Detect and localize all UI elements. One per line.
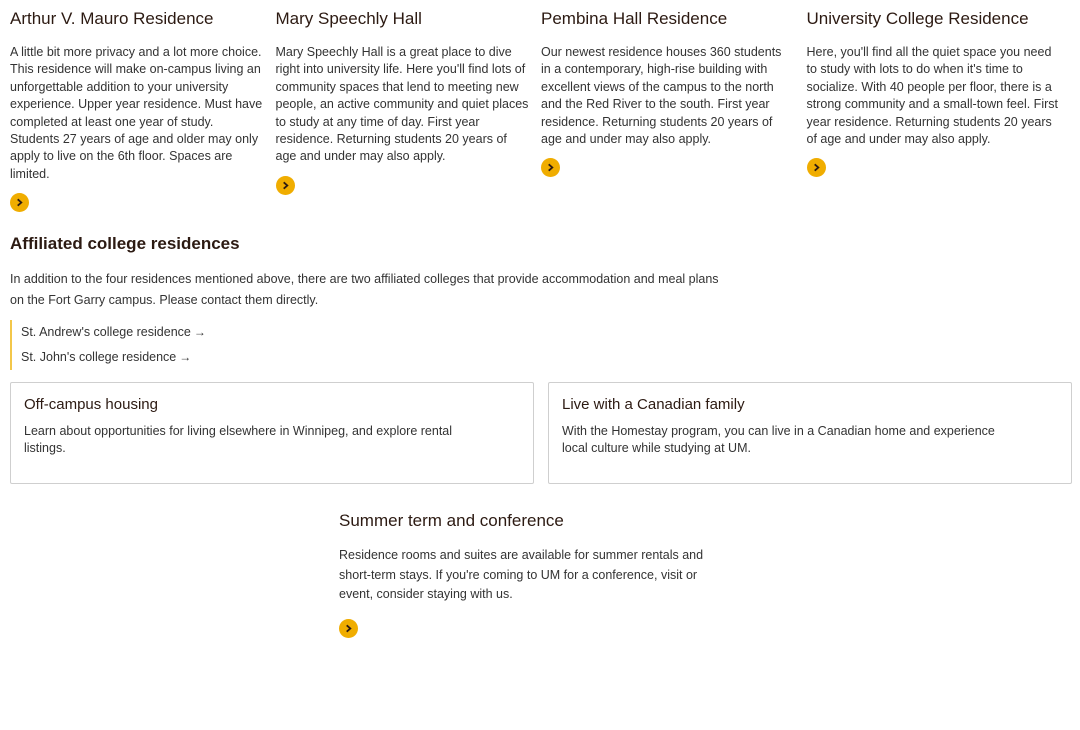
link-label: St. John's college residence [21, 350, 177, 364]
residence-title: Pembina Hall Residence [541, 9, 728, 28]
residence-description: Here, you'll find all the quiet space yo… [806, 45, 1058, 147]
residence-card: Pembina Hall Residence Our newest reside… [541, 8, 807, 212]
residence-title: Mary Speechly Hall [275, 9, 422, 28]
arrow-right-icon: → [179, 350, 192, 364]
affiliated-description: In addition to the four residences menti… [10, 272, 719, 307]
residence-more-button[interactable] [10, 193, 29, 213]
residence-card: University College Residence Here, you'l… [806, 8, 1073, 212]
chevron-right-icon [346, 624, 352, 632]
residence-title: University College Residence [806, 9, 1029, 28]
residence-list: Arthur V. Mauro Residence A little bit m… [10, 8, 1073, 213]
st-johns-link[interactable]: St. John's college residence → [21, 345, 206, 370]
card-description: Learn about opportunities for living els… [24, 424, 453, 456]
summer-heading: Summer term and conference [339, 511, 564, 530]
residence-card: Arthur V. Mauro Residence A little bit m… [10, 8, 276, 213]
chevron-right-icon [17, 198, 23, 207]
card-description: With the Homestay program, you can live … [562, 424, 995, 456]
card-title: Live with a Canadian family [562, 396, 745, 413]
residence-more-button[interactable] [541, 158, 560, 178]
st-andrews-link[interactable]: St. Andrew's college residence → [21, 320, 206, 345]
residence-description: Mary Speechly Hall is a great place to d… [275, 45, 529, 164]
residence-description: Our newest residence houses 360 students… [541, 45, 782, 147]
affiliated-link-list: St. Andrew's college residence → St. John… [10, 320, 206, 370]
chevron-right-icon [282, 181, 289, 190]
summer-section: Summer term and conference Residence roo… [339, 510, 729, 638]
residence-more-button[interactable] [275, 175, 295, 195]
homestay-card[interactable]: Live with a Canadian family With the Hom… [548, 382, 1072, 484]
summer-more-button[interactable] [339, 618, 358, 638]
off-campus-card[interactable]: Off-campus housing Learn about opportuni… [10, 382, 534, 484]
chevron-right-icon [548, 164, 554, 172]
residence-more-button[interactable] [806, 158, 826, 178]
residence-description: A little bit more privacy and a lot more… [10, 45, 263, 181]
chevron-right-icon [813, 164, 820, 172]
arrow-right-icon: → [193, 325, 206, 339]
affiliated-heading: Affiliated college residences [10, 234, 240, 253]
summer-description: Residence rooms and suites are available… [339, 548, 704, 601]
residence-title: Arthur V. Mauro Residence [10, 9, 214, 28]
residence-card: Mary Speechly Hall Mary Speechly Hall is… [275, 8, 542, 212]
card-title: Off-campus housing [24, 396, 158, 413]
link-label: St. Andrew's college residence [21, 325, 191, 339]
